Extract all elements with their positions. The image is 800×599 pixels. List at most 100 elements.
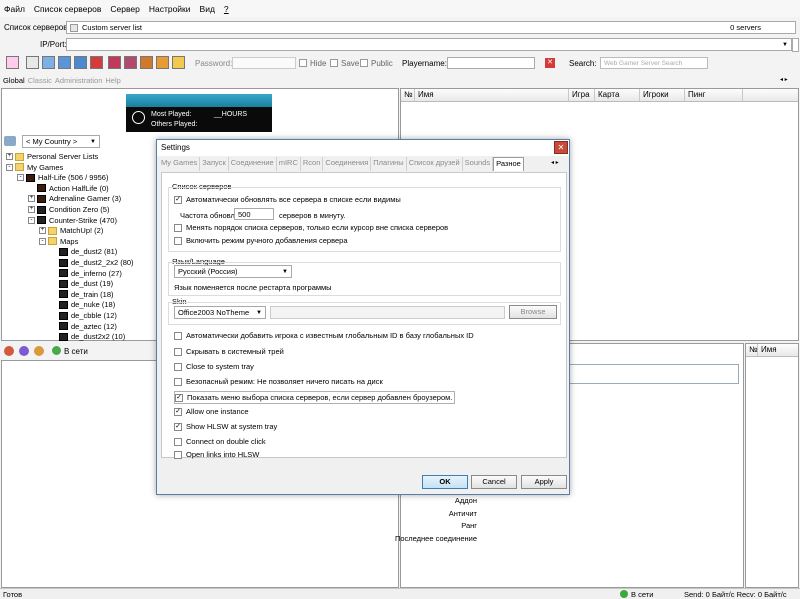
safe-mode-checkbox[interactable]: Безопасный режим: Не позволяет ничего пи…	[174, 377, 383, 386]
tree-item[interactable]: de_train (18)	[50, 290, 114, 299]
save-checkbox[interactable]	[330, 59, 338, 67]
online-dropdown[interactable]: В сети	[64, 347, 88, 356]
tree-item[interactable]: de_dust2_2x2 (80)	[50, 258, 134, 267]
add-icon[interactable]	[108, 56, 121, 69]
col-name[interactable]: Имя	[758, 344, 798, 356]
tree-item[interactable]: - Half-Life (506 / 9956)	[17, 173, 108, 182]
server-col-header[interactable]: Игроки	[640, 89, 685, 101]
menu-item[interactable]: Настройки	[149, 4, 191, 14]
settings-tab[interactable]: Разное	[493, 157, 524, 171]
copy-icon[interactable]	[124, 56, 137, 69]
tab-global[interactable]: Global	[3, 76, 25, 85]
tab-classic[interactable]: Classic	[28, 76, 52, 85]
refresh-rate-input[interactable]: 500	[234, 208, 274, 220]
skin-combo[interactable]: Office2003 NoTheme ▼	[174, 306, 266, 319]
menu-item[interactable]: Файл	[4, 4, 25, 14]
password-input[interactable]	[232, 57, 296, 69]
tabs-scroll-icon[interactable]: ◂ ▸	[551, 159, 559, 166]
tools-icon[interactable]	[26, 56, 39, 69]
server-list-combo[interactable]: Custom server list 0 servers	[66, 21, 796, 34]
rcon-icon[interactable]	[140, 56, 153, 69]
friends-icon[interactable]	[19, 346, 29, 356]
stop-icon[interactable]	[6, 56, 19, 69]
menu-item[interactable]: Сервер	[110, 4, 139, 14]
apply-button[interactable]: Apply	[521, 475, 567, 489]
clear-icon[interactable]: ✕	[545, 58, 555, 68]
server-col-header[interactable]: Игра	[569, 89, 595, 101]
tab-administration[interactable]: Administration	[55, 76, 103, 85]
connect-side-button[interactable]	[792, 38, 799, 52]
server-col-header[interactable]: №	[401, 89, 415, 101]
open-links-checkbox[interactable]: Open links into HLSW	[174, 450, 259, 459]
menu-item[interactable]: ?	[224, 4, 229, 14]
public-checkbox[interactable]	[360, 59, 368, 67]
connect-icon[interactable]	[156, 56, 169, 69]
country-combo[interactable]: < My Country > ▼	[22, 135, 100, 148]
tree-item[interactable]: de_cbble (12)	[50, 311, 117, 320]
close-icon[interactable]: ✕	[554, 141, 568, 154]
tree-item[interactable]: + Personal Server Lists	[6, 152, 98, 161]
settings-tab[interactable]: Запуск	[200, 157, 229, 171]
server-info-icon[interactable]	[74, 56, 87, 69]
playername-combo[interactable]	[447, 57, 535, 69]
tree-item[interactable]: - Maps	[39, 237, 78, 246]
show-menu-checkbox[interactable]: ✓ Показать меню выбора списка серверов, е…	[174, 391, 456, 404]
expand-icon[interactable]: -	[17, 174, 24, 182]
show-hlsw-checkbox[interactable]: ✓ Show HLSW at system tray	[174, 422, 277, 431]
user-icon[interactable]	[34, 346, 44, 356]
settings-tab[interactable]: Rcon	[301, 157, 324, 171]
server-col-header[interactable]: Пинг	[685, 89, 743, 101]
tree-item[interactable]: de_dust2 (81)	[50, 247, 117, 256]
connect-dbl-checkbox[interactable]: Connect on double click	[174, 437, 266, 446]
col-number[interactable]: №	[746, 344, 758, 356]
tree-item[interactable]: de_dust2x2 (10)	[50, 332, 125, 341]
refresh-icon[interactable]	[42, 56, 55, 69]
tree-item[interactable]: - My Games	[6, 163, 63, 172]
tab-help[interactable]: Help	[105, 76, 120, 85]
hide-checkbox[interactable]	[299, 59, 307, 67]
settings-tab[interactable]: Соединения	[323, 157, 372, 171]
add-friend-icon[interactable]	[4, 346, 14, 356]
reorder-checkbox[interactable]: Менять порядок списка серверов, только е…	[174, 223, 448, 232]
language-combo[interactable]: Русский (Россия) ▼	[174, 265, 292, 278]
auto-add-player-checkbox[interactable]: Автоматически добавить игрока с известны…	[174, 331, 474, 340]
expand-icon[interactable]: -	[39, 237, 46, 245]
skin-path-input[interactable]	[270, 306, 505, 319]
tree-item[interactable]: - Counter-Strike (470)	[28, 216, 117, 225]
tree-item[interactable]: de_inferno (27)	[50, 269, 122, 278]
cancel-button[interactable]: Cancel	[471, 475, 517, 489]
hide-tray-checkbox[interactable]: Скрывать в системный трей	[174, 347, 284, 356]
allow-one-checkbox[interactable]: ✓ Allow one instance	[174, 407, 249, 416]
settings-tab[interactable]: mIRC	[277, 157, 301, 171]
tab-scroll-icon[interactable]: ◂ ▸	[780, 76, 788, 83]
ipport-combo[interactable]: ▼	[66, 38, 792, 51]
expand-icon[interactable]: +	[28, 195, 35, 203]
tree-item[interactable]: + Condition Zero (5)	[28, 205, 109, 214]
ok-button[interactable]: OK	[422, 475, 468, 489]
browse-button[interactable]: Browse	[509, 305, 557, 319]
expand-icon[interactable]: +	[6, 153, 13, 160]
tree-item[interactable]: de_aztec (12)	[50, 322, 117, 331]
search-input[interactable]: Web Gamer Server Search	[600, 57, 708, 69]
tree-item[interactable]: Action HalfLife (0)	[28, 184, 109, 193]
close-tray-checkbox[interactable]: Close to system tray	[174, 362, 254, 371]
settings-tab[interactable]: Плагины	[371, 157, 407, 171]
tree-item[interactable]: + Adrenaline Gamer (3)	[28, 194, 121, 203]
menu-item[interactable]: Вид	[200, 4, 215, 14]
server-col-header[interactable]: Имя	[415, 89, 569, 101]
refresh-all-icon[interactable]	[58, 56, 71, 69]
tree-item[interactable]: de_dust (19)	[50, 279, 113, 288]
expand-icon[interactable]: +	[39, 227, 46, 235]
settings-tab[interactable]: My Games	[159, 157, 201, 171]
settings-tab[interactable]: Соединение	[229, 157, 277, 171]
tree-item[interactable]: de_nuke (18)	[50, 300, 115, 309]
settings-tab[interactable]: Список друзей	[407, 157, 463, 171]
delete-icon[interactable]	[90, 56, 103, 69]
menu-item[interactable]: Список серверов	[34, 4, 101, 14]
expand-icon[interactable]: -	[28, 216, 35, 224]
settings-tab[interactable]: Sounds	[463, 157, 494, 171]
favorite-icon[interactable]	[172, 56, 185, 69]
auto-refresh-checkbox[interactable]: ✓ Автоматически обновлять все сервера в с…	[174, 195, 401, 204]
manual-add-checkbox[interactable]: Включить режим ручного добавления сервер…	[174, 236, 348, 245]
expand-icon[interactable]: +	[28, 206, 35, 213]
